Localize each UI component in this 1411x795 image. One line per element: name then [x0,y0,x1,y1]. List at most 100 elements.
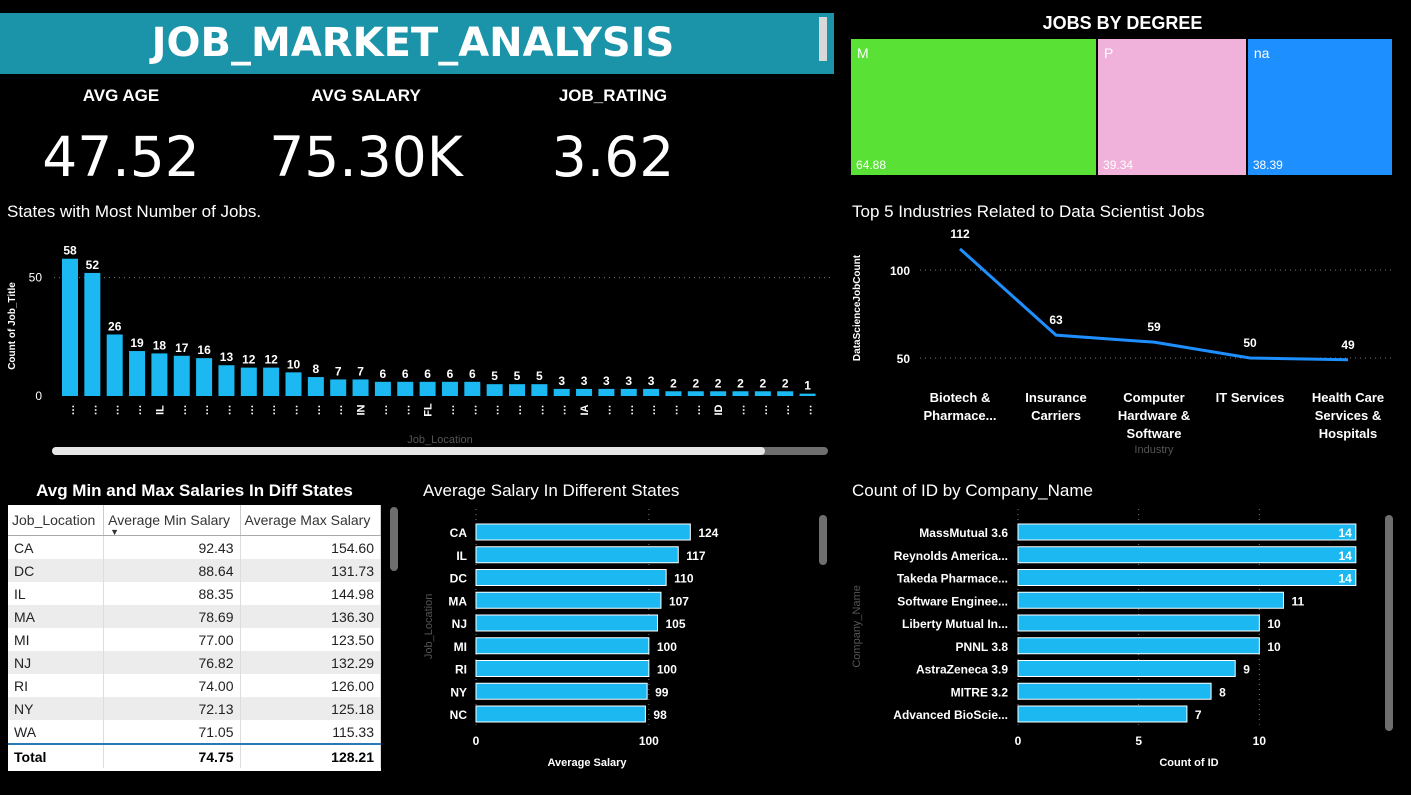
data-label: 5 [514,369,521,383]
x-tick-label: IT Services [1216,390,1285,405]
table-cell: 136.30 [240,605,381,628]
y-tick-label: Liberty Mutual In... [902,617,1008,631]
treemap-cell-label: M [857,45,869,61]
table-row[interactable]: IL 88.35 144.98 [8,582,381,605]
x-tick-label: … [512,405,524,416]
table-total-cell: 74.75 [103,743,241,768]
x-tick-label: Carriers [1031,408,1081,423]
data-label: 105 [666,617,686,631]
table-row[interactable]: NJ 76.82 132.29 [8,651,381,674]
table-cell: DC [8,559,105,582]
x-tick-label: … [646,405,658,416]
x-axis-label: Industry [1134,444,1174,456]
x-tick-label: Pharmace... [924,408,997,423]
bar [509,384,525,396]
salary-chart-scrollbar[interactable] [819,515,827,565]
y-tick-label: IL [456,549,467,563]
x-tick-label: 100 [639,734,659,748]
column-header[interactable]: Average Max Salary [240,505,381,536]
x-tick-label: Computer [1123,390,1184,405]
table-cell: 71.05 [103,720,241,744]
bar [576,388,593,396]
y-axis-label: Count of Job_Title [7,282,18,370]
kpi-avg-age-value: 47.52 [42,125,200,189]
bar [475,523,691,541]
banner-scrollbar[interactable] [819,17,827,61]
x-tick-label: ID [713,404,725,415]
treemap-cell[interactable]: na 38.39 [1247,39,1392,175]
kpi-job-rating-label: JOB_RATING [558,86,668,105]
x-tick-label: FL [423,403,435,417]
data-label: 26 [108,319,122,333]
bar [553,388,570,396]
horizontal-scrollbar[interactable] [52,447,765,455]
y-tick-label: 0 [35,389,42,403]
sort-desc-icon: ▼ [110,527,120,537]
y-tick-label: MI [454,640,467,654]
y-tick-label: 100 [890,264,910,278]
bar [1017,614,1260,632]
x-tick-label: Software [1127,426,1182,441]
x-tick-label: … [199,405,211,416]
x-tick-label: … [668,405,680,416]
table-row[interactable]: WA 71.05 115.33 [8,720,381,744]
x-axis-label: Average Salary [547,757,627,769]
table-row[interactable]: MA 78.69 136.30 [8,605,381,628]
treemap-cell[interactable]: M 64.88 [851,39,1097,175]
data-label: 10 [1267,640,1281,654]
x-tick-label: … [445,405,457,416]
bar [196,358,213,396]
data-label: 2 [670,376,677,390]
kpi-avg-age-label: AVG AGE [82,86,160,105]
data-label: 3 [648,374,655,388]
table-row[interactable]: CA 92.43 154.60 [8,535,381,559]
bar [441,381,458,396]
table-cell: 125.18 [240,697,381,720]
table-cell: MI [8,628,105,651]
data-label: 16 [197,343,211,357]
avg-salary-bar-chart: 0 100 CA 124 IL 117 DC 110 MA 107 NJ 105 MI 100 RI 100 N… [423,509,719,769]
bar [1017,637,1260,655]
table-cell: 78.69 [103,605,241,628]
data-label: 17 [175,341,189,355]
data-label: 10 [287,357,301,371]
table-title: Avg Min and Max Salaries In Diff States [36,481,353,500]
x-tick-label: … [803,405,815,416]
y-axis-label: DataScienceJobCount [852,254,863,361]
data-label: 112 [950,227,970,241]
data-label: 6 [469,367,476,381]
x-tick-label: … [132,405,144,416]
table-row[interactable]: MI 77.00 123.50 [8,628,381,651]
avg-salary-chart-title: Average Salary In Different States [423,481,680,500]
x-tick-label: Health Care [1312,390,1384,405]
column-header[interactable]: Job_Location [8,505,105,536]
x-axis-label: Job_Location [407,434,472,446]
x-tick-label: 5 [1135,734,1142,748]
y-tick-label: DC [450,572,468,586]
table-cell: 77.00 [103,628,241,651]
page-title: JOB_MARKET_ANALYSIS [151,20,675,66]
company-chart-scrollbar[interactable] [1385,515,1393,731]
data-label: 14 [1339,549,1353,563]
y-tick-label: MA [448,594,467,608]
table-row[interactable]: RI 74.00 126.00 [8,674,381,697]
data-label: 50 [1243,336,1257,350]
bar [240,367,257,396]
bar [710,391,727,396]
column-header[interactable]: Average Min Salary ▼ [103,505,241,537]
table-row[interactable]: DC 88.64 131.73 [8,559,381,582]
data-label: 52 [86,258,100,272]
data-label: 59 [1147,320,1161,334]
data-label: 10 [1267,617,1281,631]
x-tick-label: Insurance [1025,390,1086,405]
x-tick-label: … [65,405,77,416]
x-tick-label: 0 [1015,734,1022,748]
bar [475,614,658,632]
table-row[interactable]: NY 72.13 125.18 [8,697,381,720]
data-label: 117 [686,549,706,563]
table-scrollbar[interactable] [390,507,398,571]
data-label: 100 [657,663,677,677]
treemap-cell[interactable]: P 39.34 [1098,39,1246,175]
table-cell: 115.33 [240,720,381,744]
data-label: 3 [625,374,632,388]
